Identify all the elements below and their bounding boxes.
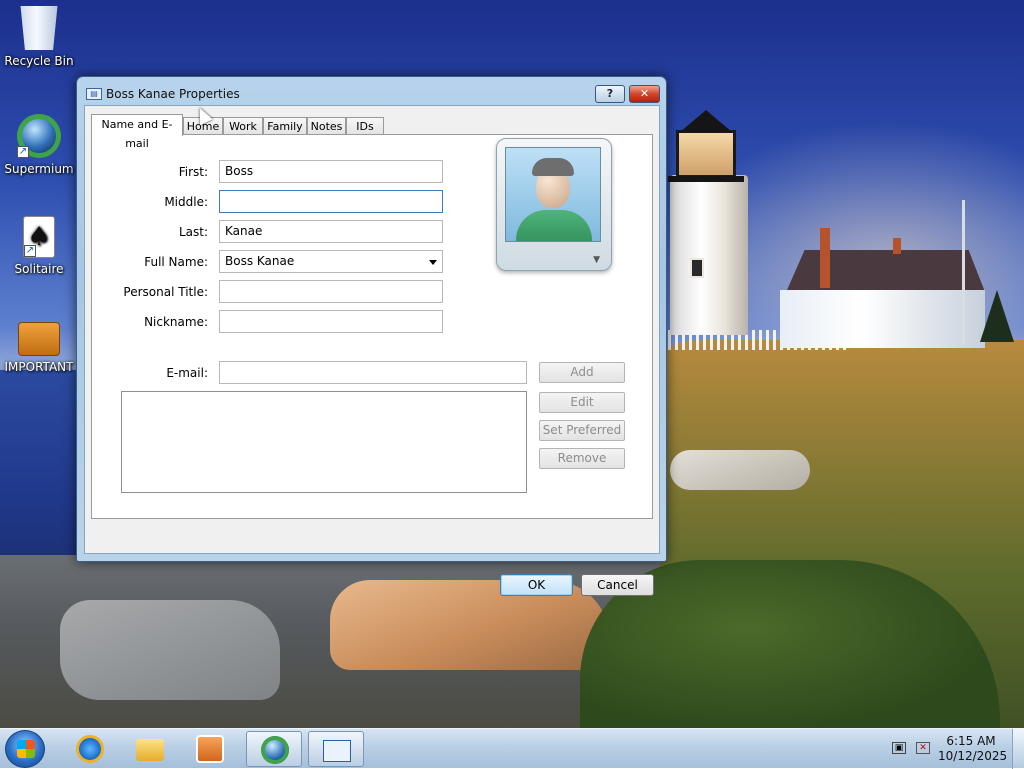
contact-avatar-icon bbox=[505, 147, 601, 242]
taskbar-supermium[interactable] bbox=[246, 731, 302, 767]
set-preferred-email-button[interactable]: Set Preferred bbox=[539, 420, 625, 441]
wallpaper-chimney bbox=[893, 238, 901, 254]
desktop-icon-recycle-bin[interactable]: Recycle Bin bbox=[0, 6, 78, 68]
chevron-down-icon[interactable]: ▼ bbox=[593, 255, 600, 265]
desktop-icon-solitaire[interactable]: ♠ ↗ Solitaire bbox=[0, 216, 78, 276]
contact-card-icon: ▤ bbox=[86, 88, 102, 100]
first-name-input[interactable]: Boss bbox=[219, 160, 443, 183]
edit-email-button[interactable]: Edit bbox=[539, 392, 625, 413]
dialog-client-area: Name and E-mail Home Work Family Notes I… bbox=[84, 105, 660, 554]
desktop-icon-important[interactable]: IMPORTANT bbox=[0, 314, 78, 374]
supermium-browser-icon bbox=[261, 736, 289, 764]
cancel-button[interactable]: Cancel bbox=[581, 574, 654, 596]
email-address-list[interactable] bbox=[121, 391, 527, 493]
last-name-label: Last: bbox=[178, 225, 208, 239]
start-orb-icon bbox=[17, 740, 35, 758]
full-name-label: Full Name: bbox=[144, 255, 208, 269]
start-button[interactable] bbox=[5, 730, 45, 768]
internet-explorer-icon bbox=[76, 735, 104, 763]
contact-card-icon bbox=[323, 740, 351, 762]
taskbar-contacts[interactable] bbox=[308, 731, 364, 767]
wallpaper-pole bbox=[962, 200, 965, 345]
briefcase-icon bbox=[18, 322, 60, 356]
wallpaper-lighthouse bbox=[670, 175, 748, 335]
tab-name-and-email[interactable]: Name and E-mail bbox=[91, 114, 183, 150]
wallpaper-lighthouse-lantern bbox=[676, 130, 736, 178]
desktop-icon-label: Supermium bbox=[4, 162, 74, 176]
contact-properties-dialog: ▤ Boss Kanae Properties ? ✕ Name and E-m… bbox=[76, 76, 667, 596]
full-name-combobox[interactable]: Boss Kanae bbox=[219, 250, 443, 273]
wallpaper-rock bbox=[60, 600, 280, 700]
email-input[interactable] bbox=[219, 361, 527, 384]
network-icon[interactable]: ▣ bbox=[892, 742, 906, 754]
chevron-down-icon[interactable] bbox=[429, 260, 437, 265]
tab-panel-name-and-email: First: Boss Middle: Last: Kanae Full Nam… bbox=[91, 134, 653, 519]
add-email-button[interactable]: Add bbox=[539, 362, 625, 383]
wallpaper-house bbox=[780, 290, 985, 348]
clock-date: 10/12/2025 bbox=[938, 749, 1008, 763]
email-label: E-mail: bbox=[166, 366, 208, 380]
nickname-input[interactable] bbox=[219, 310, 443, 333]
show-desktop-button[interactable] bbox=[1012, 729, 1024, 769]
desktop-icon-supermium[interactable]: ↗ Supermium bbox=[0, 114, 78, 176]
contact-photo-picker[interactable]: ▼ bbox=[496, 138, 612, 275]
supermium-browser-icon: ↗ bbox=[17, 114, 61, 158]
shortcut-arrow-icon: ↗ bbox=[24, 245, 36, 257]
close-button[interactable]: ✕ bbox=[629, 85, 660, 103]
clock[interactable]: 6:15 AM 10/12/2025 bbox=[938, 734, 1008, 764]
wallpaper-chimney bbox=[820, 228, 830, 288]
wallpaper-tree bbox=[980, 290, 1014, 342]
dialog-title: Boss Kanae Properties bbox=[106, 87, 240, 101]
help-button[interactable]: ? bbox=[595, 85, 625, 103]
desktop-icon-label: Solitaire bbox=[14, 262, 64, 276]
personal-title-label: Personal Title: bbox=[123, 285, 208, 299]
wallpaper-house-roof bbox=[786, 250, 985, 292]
middle-name-input[interactable] bbox=[219, 190, 443, 213]
desktop-icon-label: IMPORTANT bbox=[4, 360, 74, 374]
avatar-cap bbox=[532, 158, 574, 176]
desktop-icon-label: Recycle Bin bbox=[4, 54, 74, 68]
volume-muted-icon[interactable]: ✕ bbox=[916, 742, 930, 754]
tab-family[interactable]: Family bbox=[263, 117, 307, 135]
taskbar-media-player[interactable] bbox=[182, 731, 238, 767]
recycle-bin-icon bbox=[20, 6, 58, 50]
ok-button[interactable]: OK bbox=[500, 574, 573, 596]
nickname-label: Nickname: bbox=[144, 315, 208, 329]
wallpaper-lighthouse-gallery bbox=[668, 176, 744, 182]
first-name-label: First: bbox=[178, 165, 208, 179]
wallpaper-lighthouse-window bbox=[690, 258, 704, 278]
tab-ids[interactable]: IDs bbox=[346, 117, 384, 135]
taskbar-internet-explorer[interactable] bbox=[62, 731, 118, 767]
remove-email-button[interactable]: Remove bbox=[539, 448, 625, 469]
file-explorer-folder-icon bbox=[136, 739, 164, 761]
taskbar-file-explorer[interactable] bbox=[122, 731, 178, 767]
personal-title-input[interactable] bbox=[219, 280, 443, 303]
tab-work[interactable]: Work bbox=[223, 117, 263, 135]
avatar-body bbox=[516, 210, 592, 241]
full-name-value: Boss Kanae bbox=[225, 254, 295, 268]
media-player-icon bbox=[196, 735, 224, 763]
shortcut-arrow-icon: ↗ bbox=[17, 146, 29, 158]
wallpaper-rock bbox=[670, 450, 810, 490]
clock-time: 6:15 AM bbox=[946, 734, 996, 748]
last-name-input[interactable]: Kanae bbox=[219, 220, 443, 243]
middle-name-label: Middle: bbox=[164, 195, 208, 209]
taskbar: ▣ ✕ 6:15 AM 10/12/2025 bbox=[0, 728, 1024, 769]
dialog-title-bar[interactable]: ▤ Boss Kanae Properties ? ✕ bbox=[77, 77, 666, 105]
solitaire-card-icon: ♠ ↗ bbox=[23, 216, 55, 258]
system-tray: ▣ ✕ 6:15 AM 10/12/2025 bbox=[886, 729, 1024, 769]
wallpaper-lighthouse-roof bbox=[680, 110, 732, 132]
tab-notes[interactable]: Notes bbox=[307, 117, 346, 135]
